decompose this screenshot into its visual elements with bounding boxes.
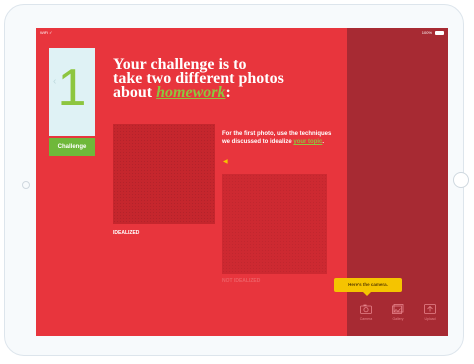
your-topic-link[interactable]: your topic bbox=[293, 139, 322, 145]
front-camera-icon bbox=[22, 181, 30, 189]
photo-placeholder-not-idealized[interactable] bbox=[222, 174, 327, 274]
camera-tooltip: Here's the camera. bbox=[334, 278, 402, 292]
photo-toolbar: Camera Gallery Upload bbox=[347, 298, 448, 336]
wifi-status: WiFi ✓ bbox=[40, 30, 53, 35]
title-line-3: about homework: bbox=[113, 84, 323, 101]
photo-caption-not-idealized: NOT IDEALIZED bbox=[222, 278, 261, 284]
gallery-label: Gallery bbox=[392, 317, 404, 321]
photo-caption-idealized: IDEALIZED bbox=[113, 230, 140, 236]
battery-percentage: 100% bbox=[421, 30, 432, 35]
instruction-suffix: . bbox=[322, 139, 325, 145]
challenge-card[interactable]: ‹ 1 Challenge bbox=[49, 48, 95, 160]
camera-label: Camera bbox=[359, 317, 373, 321]
title-prefix: about bbox=[113, 84, 157, 101]
topic-keyword-link[interactable]: homework bbox=[156, 84, 225, 101]
camera-icon bbox=[360, 304, 372, 314]
challenge-number: 1 bbox=[57, 59, 87, 117]
upload-button[interactable]: Upload bbox=[415, 304, 445, 332]
status-bar: WiFi ✓ 100% bbox=[36, 28, 448, 38]
gallery-icon bbox=[392, 304, 404, 314]
app-screen: WiFi ✓ 100% ‹ 1 Challenge Your challenge… bbox=[36, 28, 448, 336]
battery-icon bbox=[435, 31, 444, 35]
title-suffix: : bbox=[225, 84, 231, 101]
challenge-number-tile: ‹ 1 bbox=[49, 48, 95, 136]
upload-icon bbox=[424, 304, 436, 314]
instruction-text: For the first photo, use the techniques … bbox=[222, 130, 332, 146]
camera-button[interactable]: Camera bbox=[351, 304, 381, 332]
photo-placeholder-idealized[interactable] bbox=[113, 124, 215, 224]
tooltip-pointer bbox=[363, 292, 371, 296]
gallery-button[interactable]: Gallery bbox=[383, 304, 413, 332]
challenge-label: Challenge bbox=[49, 138, 95, 156]
page-title: Your challenge is to take two different … bbox=[113, 57, 323, 101]
speaker-icon[interactable]: ◀ bbox=[223, 158, 228, 165]
upload-label: Upload bbox=[424, 317, 436, 321]
home-button[interactable] bbox=[453, 172, 469, 188]
